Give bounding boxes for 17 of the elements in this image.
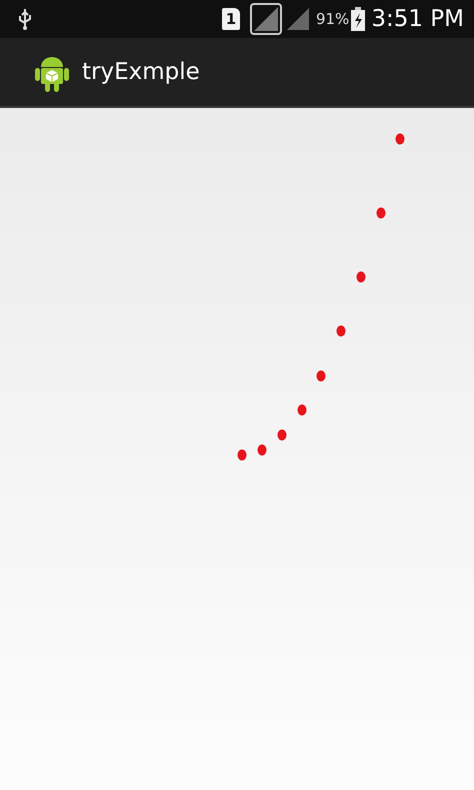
app-title: tryExmple bbox=[82, 59, 200, 85]
dot bbox=[356, 272, 366, 282]
sim-label: 1 bbox=[222, 8, 240, 30]
dot bbox=[376, 208, 386, 218]
dot bbox=[336, 326, 346, 336]
signal-icon bbox=[250, 3, 282, 35]
dot bbox=[258, 444, 266, 456]
dot bbox=[316, 370, 326, 382]
battery-charging-icon bbox=[351, 7, 366, 31]
dot bbox=[396, 134, 404, 144]
dot bbox=[298, 404, 306, 416]
battery-percent: 91% bbox=[316, 10, 350, 28]
dot bbox=[278, 430, 286, 440]
clock-time: 3:51 PM bbox=[371, 6, 464, 32]
usb-icon bbox=[18, 8, 32, 30]
signal-icon bbox=[286, 7, 310, 31]
dot bbox=[238, 450, 246, 460]
